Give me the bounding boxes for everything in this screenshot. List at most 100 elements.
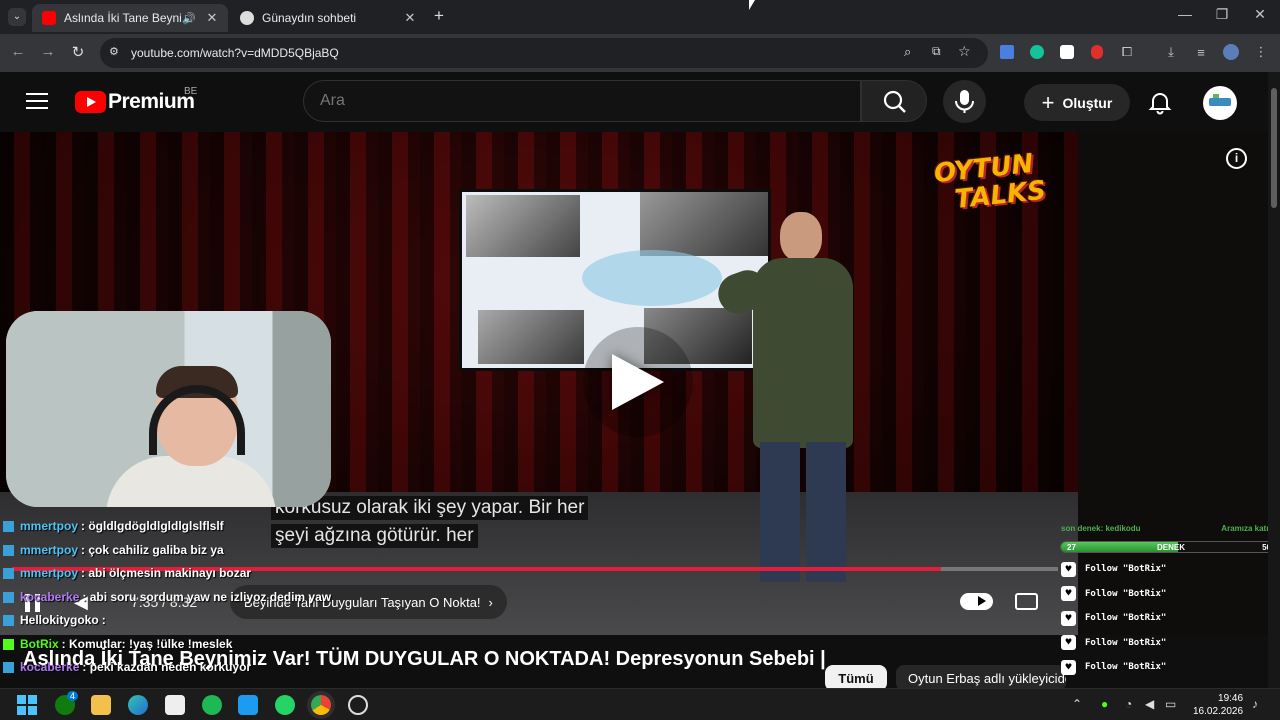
voice-search-button[interactable]: [943, 80, 986, 123]
url-text: youtube.com/watch?v=dMDD5QBjaBQ: [131, 46, 339, 60]
autoplay-toggle[interactable]: [960, 593, 993, 610]
close-tab-icon[interactable]: ✕: [400, 10, 420, 26]
widget-follow-row: ♥ Follow "BotRix": [1061, 585, 1166, 603]
file-explorer-icon[interactable]: [91, 695, 111, 715]
spotify-icon[interactable]: [202, 695, 222, 715]
speaker-icon[interactable]: ◀: [1145, 697, 1154, 711]
streamer-webcam: [6, 311, 331, 507]
grammarly-extension-icon[interactable]: [1028, 43, 1046, 61]
widget-follow-text: Follow "BotRix": [1085, 588, 1167, 599]
site-info-icon[interactable]: ⚙: [109, 45, 119, 58]
youtube-logo-icon[interactable]: [75, 91, 106, 113]
video-title: Aslında İki Tane Beynimiz Var! TÜM DUYGU…: [23, 648, 826, 670]
hamburger-menu-icon[interactable]: [26, 93, 48, 109]
reading-list-icon[interactable]: ≡: [1192, 43, 1210, 61]
scrollbar-thumb[interactable]: [1271, 88, 1277, 208]
chat-username[interactable]: Hellokitygoko: [20, 613, 99, 627]
chat-text: : ögldlgdögldlgldlglslflslf: [81, 519, 224, 533]
red-extension-icon[interactable]: [1088, 43, 1106, 61]
browser-menu-icon[interactable]: ⋮: [1252, 43, 1270, 61]
zoom-icon[interactable]: ⌕: [904, 44, 911, 60]
search-input[interactable]: [303, 80, 861, 122]
chat-text: : çok cahiliz galiba biz ya: [81, 543, 224, 557]
play-icon[interactable]: [612, 354, 664, 410]
chatgpt-icon[interactable]: [348, 695, 368, 715]
extensions-puzzle-icon[interactable]: ⧠: [1118, 43, 1136, 61]
chat-badge-icon: [3, 661, 14, 673]
extension-icon[interactable]: [1058, 43, 1076, 61]
windows-taskbar: 4 ⌃ ● ◔ ◀ ▭ 19:46 16.02.2026 ♪: [0, 688, 1280, 720]
brand-label[interactable]: Premium: [108, 90, 195, 114]
back-icon[interactable]: ←: [8, 43, 28, 60]
chat-badge-icon: [3, 567, 14, 579]
tab-chat[interactable]: Günaydın sohbeti ✕: [230, 4, 426, 32]
address-bar[interactable]: ⚙ youtube.com/watch?v=dMDD5QBjaBQ ⌕ ⧉ ☆: [100, 38, 988, 68]
oytun-talks-logo: OYTUN TALKS: [933, 148, 1056, 230]
plus-icon: +: [1041, 89, 1055, 115]
tab-search-button[interactable]: ⌄: [8, 8, 26, 26]
twitter-icon[interactable]: [238, 695, 258, 715]
account-avatar[interactable]: [1203, 86, 1237, 120]
profile-avatar-icon[interactable]: [1222, 43, 1240, 61]
store-icon[interactable]: [165, 695, 185, 715]
widget-goal-label: DENEK: [1157, 543, 1186, 552]
chat-message: mmertpoy: ögldlgdögldlgldlglslflslf: [3, 519, 224, 533]
minimize-icon[interactable]: —: [1170, 6, 1200, 22]
battery-icon[interactable]: ▭: [1165, 697, 1176, 711]
chrome-icon[interactable]: [311, 695, 331, 715]
chat-username[interactable]: mmertpoy: [20, 566, 78, 580]
download-icon[interactable]: ⤓: [1162, 43, 1180, 61]
whatsapp-icon[interactable]: [275, 695, 295, 715]
install-app-icon[interactable]: ⧉: [932, 44, 941, 59]
chat-message: Hellokitygoko :: [3, 613, 106, 627]
close-window-icon[interactable]: ✕: [1245, 6, 1275, 23]
chat-username[interactable]: kocaberke: [20, 590, 79, 604]
chat-badge-icon: [3, 638, 14, 650]
wifi-icon[interactable]: ◔: [1125, 697, 1132, 711]
speaker-icon[interactable]: 🔊: [182, 12, 196, 25]
notifications-bell-icon[interactable]: [1147, 89, 1173, 115]
notification-bell-icon[interactable]: ♪: [1252, 697, 1258, 711]
mouse-cursor-icon: [749, 0, 755, 10]
forward-icon[interactable]: →: [38, 43, 58, 60]
subtitles-icon[interactable]: [1015, 593, 1038, 610]
chat-badge-icon: [3, 614, 14, 626]
widget-goal-min: 27: [1067, 543, 1076, 552]
clock-time: 19:46: [1218, 693, 1244, 704]
close-tab-icon[interactable]: ✕: [202, 10, 222, 26]
translate-extension-icon[interactable]: [998, 43, 1016, 61]
xbox-badge: 4: [67, 691, 79, 701]
widget-follow-row: ♥ Follow "BotRix": [1061, 609, 1166, 627]
tab-youtube-video[interactable]: Aslında İki Tane Beynimiz Var! TÜM DUYGU…: [32, 4, 228, 32]
restore-icon[interactable]: ❐: [1207, 6, 1237, 23]
screen-photo: [466, 195, 580, 257]
screen-photo: [478, 310, 584, 364]
xbox-icon[interactable]: 4: [55, 691, 79, 715]
tray-chevron-up-icon[interactable]: ⌃: [1072, 697, 1082, 711]
edge-icon[interactable]: [128, 695, 148, 715]
create-label: Oluştur: [1062, 94, 1113, 111]
create-button[interactable]: + Oluştur: [1024, 84, 1130, 121]
widget-follow-row: ♥ Follow "BotRix": [1061, 634, 1166, 652]
bookmark-star-icon[interactable]: ☆: [958, 43, 971, 60]
system-clock[interactable]: 19:46 16.02.2026: [1193, 692, 1243, 718]
chat-text: : abi ölçmesin makinayı bozar: [81, 566, 252, 580]
chat-text: : abi soru sordum yaw ne izliyoz dedim y…: [82, 590, 332, 604]
presenter: [712, 212, 868, 612]
info-icon[interactable]: i: [1226, 148, 1247, 169]
widget-follow-text: Follow "BotRix": [1085, 662, 1167, 673]
search-button[interactable]: [861, 80, 927, 122]
youtube-header: Premium BE + Oluştur: [0, 72, 1268, 132]
chat-username[interactable]: mmertpoy: [20, 543, 78, 557]
tray-mic-icon[interactable]: ●: [1101, 697, 1108, 711]
page-scrollbar[interactable]: [1268, 72, 1280, 688]
new-tab-button[interactable]: +: [434, 6, 444, 26]
browser-toolbar: ← → ↻ ⚙ youtube.com/watch?v=dMDD5QBjaBQ …: [0, 34, 1280, 72]
windows-start-icon[interactable]: [17, 695, 37, 715]
reload-icon[interactable]: ↻: [68, 43, 88, 61]
widget-follow-text: Follow "BotRix": [1085, 637, 1167, 648]
chat-favicon-icon: [240, 11, 254, 25]
chat-message: mmertpoy: abi ölçmesin makinayı bozar: [3, 566, 251, 580]
chat-username[interactable]: mmertpoy: [20, 519, 78, 533]
search-icon: [883, 90, 906, 113]
